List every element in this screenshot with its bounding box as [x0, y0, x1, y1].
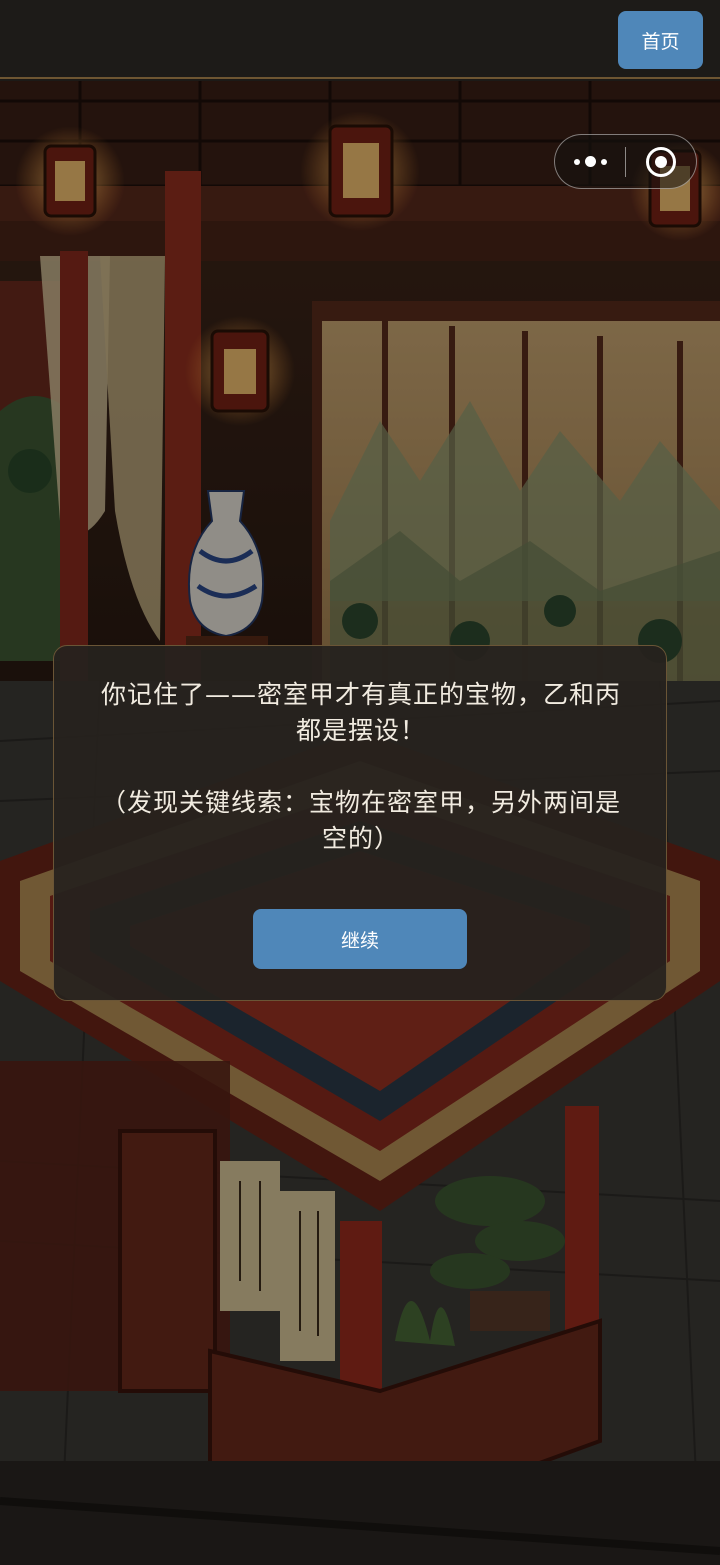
- clue-line-1: （发现关键线索：宝物在密室甲，另外两间是: [100, 788, 621, 817]
- clue-dialog: 你记住了——密室甲才有真正的宝物，乙和丙 都是摆设！ （发现关键线索：宝物在密室…: [53, 645, 667, 1001]
- mini-program-capsule: [554, 134, 697, 189]
- continue-button[interactable]: 继续: [253, 909, 467, 969]
- message-line-2: 都是摆设！: [295, 716, 426, 745]
- clue-line-2: 空的）: [321, 824, 400, 853]
- game-screen: 首页 你记住了——密室甲才有真正的宝物，乙和丙 都是摆设！ （发现关键线索：宝物…: [0, 0, 720, 1565]
- message-line-1: 你记住了——密室甲才有真正的宝物，乙和丙: [100, 680, 621, 709]
- home-button[interactable]: 首页: [618, 11, 703, 69]
- top-bar: 首页: [0, 0, 720, 79]
- target-icon[interactable]: [626, 135, 696, 188]
- more-dots-icon[interactable]: [555, 135, 625, 188]
